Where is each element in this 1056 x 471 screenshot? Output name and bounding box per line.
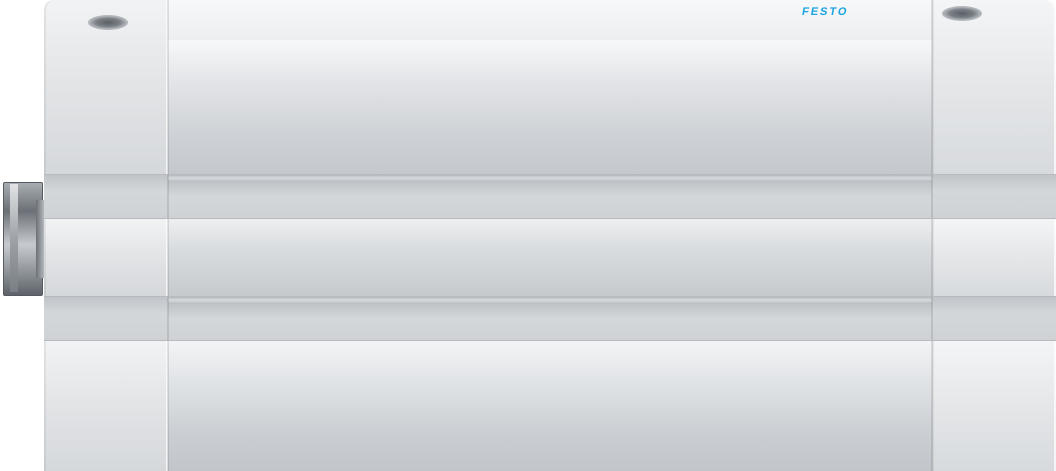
cylinder-body: FESTO [44, 0, 1056, 471]
air-port-fitting-collar [36, 200, 44, 278]
edge-line-4 [44, 340, 1056, 341]
air-port-fitting-highlight [10, 184, 18, 292]
barrel-groove-1 [168, 174, 932, 182]
brand-logo: FESTO [800, 6, 850, 18]
edge-line-3 [44, 296, 1056, 297]
right-end-cap-top [932, 0, 1056, 174]
right-seam [931, 0, 933, 471]
right-end-cap-middle [932, 218, 1056, 296]
left-seam [167, 0, 169, 471]
right-end-cap-bottom [932, 340, 1056, 471]
mounting-hole-left [88, 15, 128, 30]
barrel-bottom-face [168, 340, 932, 471]
edge-line-2 [44, 218, 1056, 219]
edge-line-1 [44, 174, 1056, 175]
mounting-hole-right [942, 6, 982, 21]
barrel-middle-face [168, 218, 932, 296]
right-cap-recess-lower [932, 296, 1056, 340]
left-cap-recess-lower [44, 296, 168, 340]
barrel-groove-2 [168, 296, 932, 304]
barrel-top-face [168, 40, 932, 174]
left-end-cap-bottom [44, 340, 168, 471]
left-cap-recess-upper [44, 174, 168, 218]
barrel-sensor-slot-lower [168, 304, 932, 340]
left-end-cap-middle [44, 218, 168, 296]
right-cap-recess-upper [932, 174, 1056, 218]
barrel-sensor-slot-upper [168, 182, 932, 218]
